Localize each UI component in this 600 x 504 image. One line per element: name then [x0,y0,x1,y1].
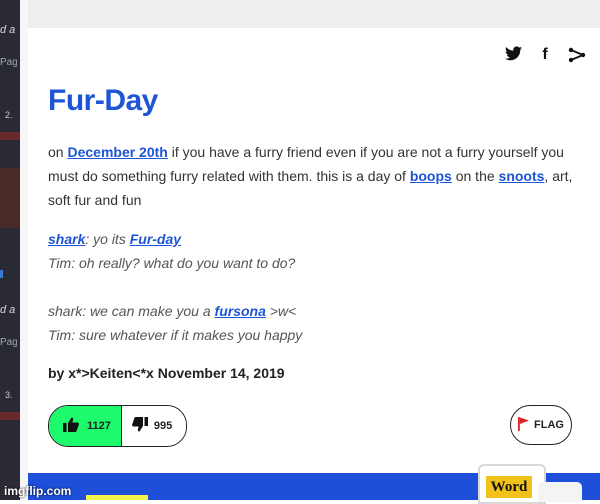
link-december-20th[interactable]: December 20th [67,144,167,160]
downvote-count: 995 [153,420,173,432]
definition-card: f Fur-Day on December 20th if you have a… [28,28,600,473]
example-line: shark: we can make you a fursona >w< [48,299,578,323]
background-window-strip: d a Pag 2. d a Pag 3. [0,0,20,500]
background-marker [0,270,3,278]
link-fur-day[interactable]: Fur-day [130,231,181,247]
twitter-icon[interactable] [504,46,522,64]
background-tab-text: Pag [0,337,17,348]
background-tab-text: d a [0,304,16,316]
example-text: >w< [265,303,297,319]
background-number: 3. [5,390,13,400]
upvote-count: 1127 [87,420,111,432]
share-icon[interactable] [568,46,586,64]
definition-meaning: on December 20th if you have a furry fri… [48,140,578,212]
facebook-icon[interactable]: f [536,46,554,64]
example-line: Tim: sure whatever if it makes you happy [48,327,303,343]
mug-image-secondary [538,482,582,502]
example-line: Tim: oh really? what do you want to do? [48,255,296,271]
link-snoots[interactable]: snoots [499,168,545,184]
flag-icon [518,416,530,434]
banner-highlight [86,495,148,500]
thumbs-down-icon [131,417,148,435]
meaning-text: on the [451,168,499,184]
link-shark[interactable]: shark [48,231,85,247]
mug-image: Word [478,464,546,504]
background-tab-text: Pag [0,57,17,68]
example-text: : yo its [85,231,130,247]
downvote-button[interactable]: 995 [121,406,187,446]
background-bar [0,132,20,140]
background-bar [0,412,20,420]
background-number: 2. [5,110,13,120]
definition-example: shark: yo its Fur-day Tim: oh really? wh… [48,227,578,347]
vote-buttons: 1127 995 [48,405,188,447]
thumbs-up-icon [63,417,79,435]
page-gutter [20,0,28,500]
mug-label: Word [486,476,532,498]
link-fursona[interactable]: fursona [215,303,266,319]
promo-banner[interactable]: Word [28,464,600,504]
meaning-text: on [48,144,68,160]
previous-card-edge [28,0,600,28]
flag-label: FLAG [534,419,564,431]
example-text: shark: we can make you a [48,303,215,319]
background-tab-text: d a [0,24,16,36]
upvote-button[interactable]: 1127 [49,406,122,446]
background-bar [0,168,20,228]
example-spacer [48,275,578,299]
author-and-date[interactable]: by x*>Keiten<*x November 14, 2019 [48,365,285,381]
imgflip-watermark: imgflip.com [4,484,72,498]
flag-button[interactable]: FLAG [510,405,572,445]
link-boops[interactable]: boops [410,168,452,184]
example-line: shark: yo its Fur-day [48,227,578,251]
definition-title[interactable]: Fur-Day [48,84,158,118]
share-bar: f [504,46,586,64]
